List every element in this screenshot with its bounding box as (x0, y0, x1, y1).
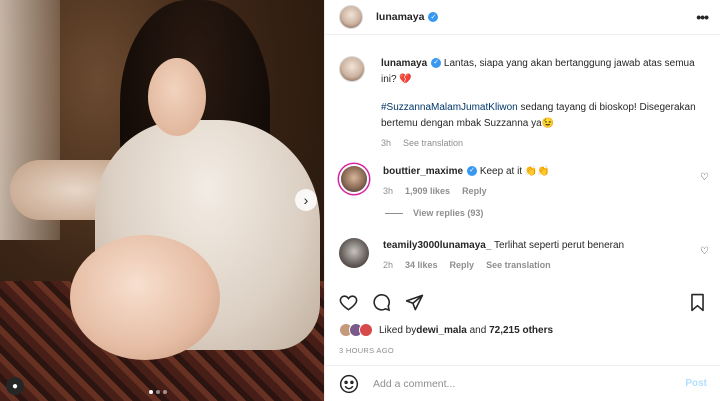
avatar[interactable] (341, 166, 367, 192)
comment-input[interactable] (373, 377, 686, 390)
heart-icon[interactable]: ♡ (700, 172, 709, 183)
likes-prefix: Liked by (379, 324, 417, 336)
carousel-dot (163, 390, 167, 394)
view-replies-label: View replies (93) (413, 208, 484, 218)
verified-badge-icon: ✓ (431, 58, 442, 69)
post-header: lunamaya ✓ ••• (325, 0, 720, 35)
liker-avatars (339, 323, 373, 337)
carousel-dots (149, 390, 167, 394)
reply-button[interactable]: Reply (450, 260, 475, 270)
heart-icon[interactable]: ♡ (700, 246, 709, 257)
share-icon[interactable] (405, 293, 424, 312)
caption-hashtag[interactable]: #SuzzannaMalamJumatKliwon (381, 102, 518, 113)
user-icon: ● (11, 380, 19, 392)
caption-time: 3h (381, 138, 392, 148)
verified-badge-icon: ✓ (428, 12, 439, 22)
caption-text: Lantas, siapa yang akan bertanggung jawa… (381, 58, 695, 85)
divider (385, 212, 403, 214)
verified-badge-icon: ✓ (467, 166, 478, 177)
add-comment-bar: Post (325, 365, 720, 401)
post-comment-button[interactable]: Post (685, 378, 707, 389)
avatar[interactable] (339, 238, 369, 268)
media-belly (70, 235, 220, 360)
avatar[interactable] (339, 56, 365, 82)
more-options-icon[interactable]: ••• (696, 9, 709, 25)
comments-list: lunamaya ✓ Lantas, siapa yang akan bertan… (325, 44, 720, 284)
comment-username[interactable]: bouttier_maxime (383, 166, 463, 177)
liked-by-user[interactable]: dewi_mala (416, 325, 467, 336)
likes-and: and (466, 324, 490, 336)
comment-icon[interactable] (372, 293, 391, 312)
bookmark-icon[interactable] (688, 293, 707, 312)
comment-time: 3h (383, 186, 394, 196)
chevron-right-icon: › (303, 192, 309, 208)
action-bar (325, 290, 720, 314)
see-translation-link[interactable]: See translation (486, 260, 551, 270)
carousel-dot (149, 390, 153, 394)
likes-summary: Liked by dewi_mala and 72,215 others (339, 323, 553, 337)
post-media[interactable]: › ● (0, 0, 324, 401)
post-time-ago[interactable]: 3 HOURS AGO (339, 346, 394, 355)
tagged-users-button[interactable]: ● (6, 377, 24, 395)
carousel-dot (156, 390, 160, 394)
comment-username[interactable]: teamily3000lunamaya_ (383, 240, 491, 251)
avatar[interactable] (339, 5, 363, 29)
post-username[interactable]: lunamaya (376, 11, 424, 23)
comment-item: bouttier_maxime ✓ Keep at it 👏👏 3h 1,909 … (325, 164, 720, 196)
like-heart-icon[interactable] (339, 293, 358, 312)
comment-time: 2h (383, 260, 394, 270)
comment-text: Keep at it 👏👏 (479, 166, 550, 177)
comment-item: teamily3000lunamaya_ Terlihat seperti pe… (325, 238, 720, 270)
comment-text: Terlihat seperti perut beneran (494, 240, 625, 251)
comment-likes[interactable]: 34 likes (405, 260, 438, 270)
emoji-icon[interactable] (339, 374, 359, 394)
avatar (359, 323, 373, 337)
likes-count[interactable]: 72,215 others (489, 325, 553, 336)
reply-button[interactable]: Reply (462, 186, 487, 196)
post-panel: lunamaya ✓ ••• lunamaya ✓ Lantas, siapa y… (324, 0, 720, 401)
carousel-next-button[interactable]: › (295, 189, 317, 211)
media-face (148, 58, 206, 136)
comment-likes[interactable]: 1,909 likes (405, 186, 450, 196)
caption: lunamaya ✓ Lantas, siapa yang akan bertan… (325, 44, 720, 148)
caption-username[interactable]: lunamaya (381, 58, 427, 69)
view-replies-button[interactable]: View replies (93) (385, 208, 720, 218)
see-translation-link[interactable]: See translation (403, 138, 463, 148)
